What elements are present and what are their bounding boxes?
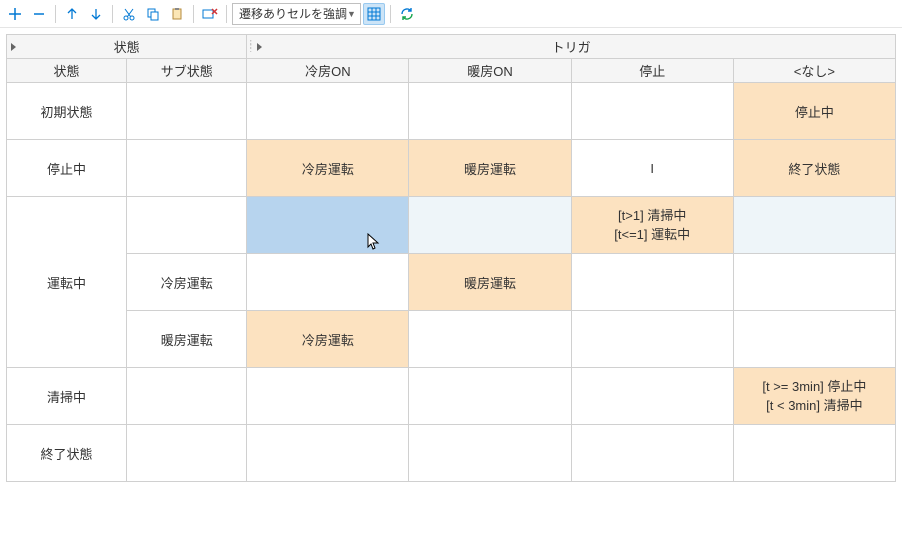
transition-cell[interactable]	[733, 254, 895, 311]
substate-cell[interactable]	[127, 140, 247, 197]
transition-cell[interactable]	[733, 425, 895, 482]
transition-cell[interactable]	[733, 311, 895, 368]
transition-cell[interactable]: 冷房運転	[247, 311, 409, 368]
transition-cell[interactable]	[733, 197, 895, 254]
toolbar-separator	[55, 5, 56, 23]
transition-cell[interactable]	[571, 83, 733, 140]
table-row: 清掃中 [t >= 3min] 停止中 [t < 3min] 清掃中	[7, 368, 896, 425]
transition-cell[interactable]	[247, 425, 409, 482]
substate-cell[interactable]	[127, 368, 247, 425]
column-grip-icon[interactable]: ⋮⋮⋮⋮⋮⋮	[246, 38, 252, 55]
substate-cell[interactable]	[127, 197, 247, 254]
transition-cell[interactable]	[409, 83, 571, 140]
move-down-button[interactable]	[85, 3, 107, 25]
transition-cell[interactable]	[247, 83, 409, 140]
table-row: 暖房運転 冷房運転	[7, 311, 896, 368]
transition-cell[interactable]: I	[571, 140, 733, 197]
substate-cell[interactable]: 暖房運転	[127, 311, 247, 368]
expand-icon[interactable]	[11, 43, 16, 51]
transition-cell[interactable]: 冷房運転	[247, 140, 409, 197]
header-trigger-group-label: トリガ	[552, 40, 591, 55]
cursor-icon	[367, 233, 381, 251]
transition-cell[interactable]	[409, 368, 571, 425]
toolbar-separator	[390, 5, 391, 23]
state-cell[interactable]: 終了状態	[7, 425, 127, 482]
substate-cell[interactable]: 冷房運転	[127, 254, 247, 311]
copy-button[interactable]	[142, 3, 164, 25]
substate-cell[interactable]	[127, 425, 247, 482]
toolbar-separator	[226, 5, 227, 23]
remove-button[interactable]	[28, 3, 50, 25]
header-cooling-on[interactable]: 冷房ON	[247, 59, 409, 83]
header-heating-on[interactable]: 暖房ON	[409, 59, 571, 83]
highlight-mode-label: 遷移ありセルを強調	[239, 5, 347, 22]
transition-cell[interactable]: 暖房運転	[409, 254, 571, 311]
transition-cell[interactable]: 停止中	[733, 83, 895, 140]
state-cell[interactable]: 運転中	[7, 197, 127, 368]
state-cell[interactable]: 停止中	[7, 140, 127, 197]
delete-cell-button[interactable]	[199, 3, 221, 25]
toolbar-separator	[112, 5, 113, 23]
table-row: 終了状態	[7, 425, 896, 482]
transition-cell[interactable]	[571, 254, 733, 311]
toolbar: 遷移ありセルを強調 ▼	[0, 0, 902, 28]
table-row: 冷房運転 暖房運転	[7, 254, 896, 311]
move-up-button[interactable]	[61, 3, 83, 25]
header-substate[interactable]: サブ状態	[127, 59, 247, 83]
transition-cell[interactable]: 終了状態	[733, 140, 895, 197]
chevron-down-icon: ▼	[347, 9, 356, 19]
transition-cell[interactable]	[409, 311, 571, 368]
header-state-group-label: 状態	[114, 40, 140, 55]
transition-cell[interactable]: 暖房運転	[409, 140, 571, 197]
grid-view-button[interactable]	[363, 3, 385, 25]
transition-cell[interactable]	[409, 425, 571, 482]
transition-cell[interactable]	[247, 368, 409, 425]
transition-cell[interactable]: [t>1] 清掃中 [t<=1] 運転中	[571, 197, 733, 254]
substate-cell[interactable]	[127, 83, 247, 140]
table-row: 初期状態 停止中	[7, 83, 896, 140]
header-trigger-group[interactable]: ⋮⋮⋮⋮⋮⋮ トリガ	[247, 35, 896, 59]
transition-cell[interactable]	[247, 254, 409, 311]
transition-cell-selected[interactable]	[247, 197, 409, 254]
state-cell[interactable]: 清掃中	[7, 368, 127, 425]
transition-cell[interactable]: [t >= 3min] 停止中 [t < 3min] 清掃中	[733, 368, 895, 425]
add-button[interactable]	[4, 3, 26, 25]
header-state-group[interactable]: 状態	[7, 35, 247, 59]
header-none[interactable]: <なし>	[733, 59, 895, 83]
cut-button[interactable]	[118, 3, 140, 25]
header-stop[interactable]: 停止	[571, 59, 733, 83]
toolbar-separator	[193, 5, 194, 23]
table-row: 運転中 [t>1] 清掃中 [t<=1] 運転中	[7, 197, 896, 254]
transition-cell[interactable]	[571, 311, 733, 368]
transition-cell[interactable]	[571, 425, 733, 482]
header-state[interactable]: 状態	[7, 59, 127, 83]
transition-cell[interactable]	[571, 368, 733, 425]
expand-icon[interactable]	[257, 43, 262, 51]
highlight-mode-select[interactable]: 遷移ありセルを強調 ▼	[232, 3, 361, 25]
refresh-button[interactable]	[396, 3, 418, 25]
transition-cell[interactable]	[409, 197, 571, 254]
state-transition-table-container: 状態 ⋮⋮⋮⋮⋮⋮ トリガ 状態 サブ状態 冷房ON 暖房ON 停止 <なし> …	[0, 28, 902, 488]
table-row: 停止中 冷房運転 暖房運転 I 終了状態	[7, 140, 896, 197]
state-cell[interactable]: 初期状態	[7, 83, 127, 140]
paste-button[interactable]	[166, 3, 188, 25]
state-transition-table: 状態 ⋮⋮⋮⋮⋮⋮ トリガ 状態 サブ状態 冷房ON 暖房ON 停止 <なし> …	[6, 34, 896, 482]
